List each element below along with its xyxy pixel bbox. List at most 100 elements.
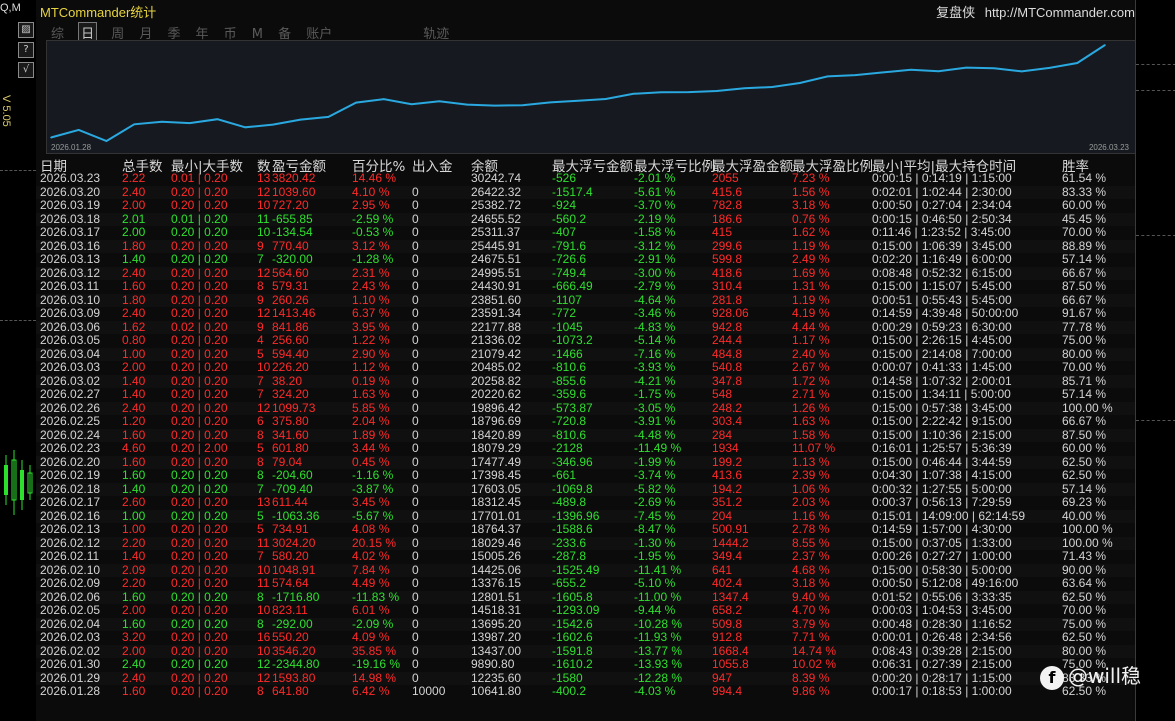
cell-deposit: 0 (412, 603, 419, 617)
cell-win-rate: 70.00 % (1062, 360, 1107, 374)
cell-max-float-loss-pct: -4.03 % (634, 684, 676, 698)
table-row: 2026.01.28 1.60 0.20 | 0.20 8 641.80 6.42 % 10… (36, 684, 1135, 699)
help-button[interactable]: ? (18, 42, 34, 58)
cell-hold-time: 0:08:48 | 0:52:32 | 6:15:00 (872, 265, 1012, 280)
cell-balance: 30242.74 (471, 171, 522, 185)
cell-hold-time: 0:01:52 | 0:55:06 | 3:33:35 (872, 589, 1012, 604)
cell-max-float-profit: 351.2 (712, 495, 743, 509)
cell-date: 2026.03.06 (40, 319, 101, 334)
cell-count: 12 (257, 657, 271, 671)
right-price-scale (1135, 0, 1175, 721)
cell-max-float-loss: -233.6 (552, 535, 587, 550)
cell-max-float-loss: -489.8 (552, 495, 587, 509)
cell-balance: 13437.00 (471, 643, 522, 658)
cell-total-lots: 1.60 (122, 616, 146, 631)
cell-win-rate: 71.43 % (1062, 549, 1107, 563)
cell-date: 2026.03.09 (40, 306, 101, 320)
cell-win-rate: 60.00 % (1062, 441, 1107, 455)
cell-hold-time: 0:04:30 | 1:07:38 | 4:15:00 (872, 468, 1012, 482)
cell-total-lots: 2.40 (122, 306, 146, 320)
cell-win-rate: 40.00 % (1062, 508, 1107, 523)
cell-pnl: -2344.80 (272, 657, 320, 671)
cell-min-max-lots: 0.20 | 0.20 (171, 468, 228, 482)
cell-date: 2026.01.30 (40, 657, 101, 671)
cell-hold-time: 0:16:01 | 1:25:57 | 5:36:39 (872, 441, 1012, 455)
cell-hold-time: 0:00:03 | 1:04:53 | 3:45:00 (872, 603, 1012, 617)
cell-max-float-profit: 2055 (712, 171, 739, 185)
cell-win-rate: 62.50 % (1062, 454, 1107, 469)
cell-max-float-profit-pct: 3.18 % (792, 198, 830, 212)
cell-count: 11 (257, 576, 270, 590)
equity-point (771, 86, 773, 88)
cell-max-float-profit: 303.4 (712, 414, 743, 428)
table-row: 2026.03.02 1.40 0.20 | 0.20 7 38.20 0.19 % 0 20… (36, 374, 1135, 388)
cell-date: 2026.03.23 (40, 171, 101, 185)
cell-deposit: 0 (412, 522, 419, 536)
check-button[interactable]: √ (18, 62, 34, 78)
cell-count: 16 (257, 630, 271, 644)
cell-date: 2026.02.17 (40, 495, 101, 509)
cell-max-float-loss-pct: -1.58 % (634, 225, 676, 239)
cell-max-float-loss-pct: -12.28 % (634, 670, 683, 685)
cell-total-lots: 2.09 (122, 562, 146, 577)
cell-win-rate: 45.45 % (1062, 211, 1107, 226)
cell-count: 13 (257, 171, 271, 185)
cell-max-float-loss-pct: -1.30 % (634, 535, 676, 550)
cell-deposit: 0 (412, 657, 419, 671)
cell-count: 5 (257, 522, 264, 536)
cell-total-lots: 1.40 (122, 481, 146, 496)
cell-max-float-profit-pct: 11.07 % (792, 441, 836, 455)
cell-max-float-profit: 912.8 (712, 630, 743, 644)
cell-deposit: 0 (412, 400, 419, 415)
cell-deposit: 0 (412, 481, 419, 496)
cell-pnl: 574.64 (272, 576, 309, 590)
cell-balance: 24995.51 (471, 265, 522, 280)
cell-balance: 12235.60 (471, 670, 522, 685)
cell-percent: 4.08 % (352, 522, 390, 536)
cell-balance: 20220.62 (471, 387, 522, 401)
equity-point (216, 118, 219, 120)
cell-total-lots: 0.80 (122, 333, 146, 347)
price-gridline (1136, 235, 1175, 236)
cell-balance: 13376.15 (471, 576, 522, 590)
cell-deposit: 0 (412, 670, 419, 685)
cell-deposit: 0 (412, 252, 419, 266)
x-start-label: 2026.01.28 (51, 143, 92, 152)
cell-date: 2026.02.20 (40, 454, 101, 469)
equity-point (188, 122, 191, 124)
table-row: 2026.03.16 1.80 0.20 | 0.20 9 770.40 3.12 % 0 2… (36, 238, 1135, 253)
cell-balance: 15005.26 (471, 549, 522, 563)
table-row: 2026.02.23 4.60 0.20 | 2.00 5 601.80 3.44 % 0 1… (36, 441, 1135, 456)
grid-toggle-button[interactable]: ▨ (18, 22, 34, 38)
statistics-panel: MTCommander统计 复盘侠 http://MTCommander.com… (36, 0, 1136, 721)
cell-win-rate: 100.00 % (1062, 400, 1113, 415)
cell-count: 6 (257, 414, 264, 428)
equity-point (327, 116, 330, 118)
cell-pnl: 770.40 (272, 238, 309, 253)
cell-max-float-profit-pct: 9.40 % (792, 589, 830, 604)
cell-max-float-profit: 1668.4 (712, 643, 749, 658)
cell-win-rate: 80.00 % (1062, 643, 1107, 658)
cell-win-rate: 62.50 % (1062, 630, 1107, 644)
cell-count: 7 (257, 481, 264, 496)
cell-hold-time: 0:06:31 | 0:27:39 | 2:15:00 (872, 657, 1012, 671)
cell-count: 5 (257, 441, 264, 455)
cell-deposit: 10000 (412, 684, 446, 698)
cell-max-float-profit: 548 (712, 387, 733, 401)
cell-total-lots: 2.20 (122, 576, 146, 590)
cell-balance: 26422.32 (471, 184, 522, 199)
cell-win-rate: 66.67 % (1062, 265, 1107, 280)
cell-win-rate: 62.50 % (1062, 589, 1107, 604)
equity-point (1021, 70, 1023, 73)
cell-deposit: 0 (412, 346, 419, 361)
cell-percent: 3.44 % (352, 441, 390, 455)
table-row: 2026.02.13 1.00 0.20 | 0.20 5 734.91 4.08 % 0 1… (36, 522, 1135, 537)
table-row: 2026.03.10 1.80 0.20 | 0.20 9 260.26 1.10 % 0 2… (36, 293, 1135, 307)
cell-min-max-lots: 0.20 | 0.20 (171, 400, 228, 415)
equity-line (50, 44, 1106, 143)
cell-max-float-loss-pct: -3.05 % (634, 400, 676, 415)
cell-total-lots: 4.60 (122, 441, 146, 455)
website-link[interactable]: http://MTCommander.com (985, 5, 1135, 20)
cell-max-float-loss-pct: -5.10 % (634, 576, 676, 590)
cell-percent: 14.46 % (352, 171, 397, 185)
